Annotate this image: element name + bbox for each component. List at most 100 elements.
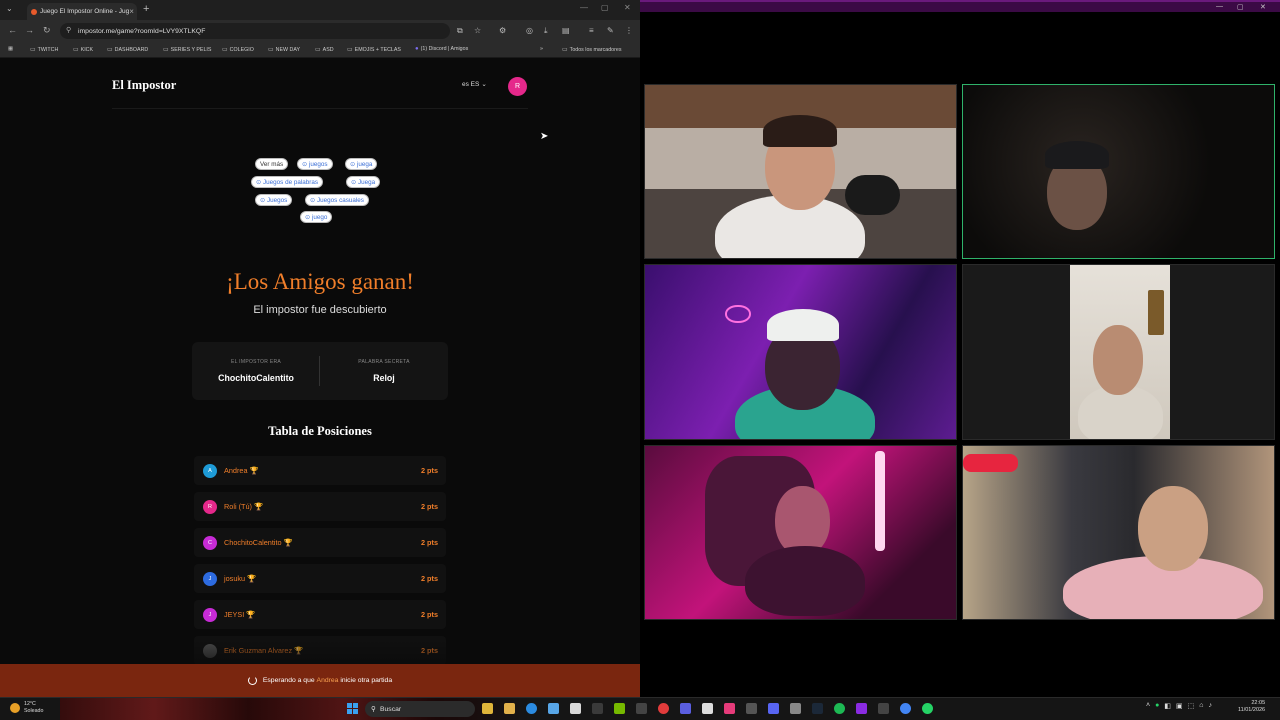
steam-icon[interactable] (812, 703, 823, 714)
close-tab-icon[interactable]: × (129, 7, 134, 16)
app-icon[interactable] (636, 703, 647, 714)
pen-icon[interactable]: ✎ (607, 26, 614, 35)
bookmark-colegio[interactable]: ▭ COLEGIO (222, 46, 254, 53)
menu-icon[interactable]: ⋮ (625, 26, 633, 35)
tag-chip[interactable]: ⊙ juego (300, 211, 333, 223)
video-tile[interactable] (962, 445, 1275, 620)
tray-app-icon[interactable]: ● (1155, 702, 1159, 710)
reload-icon[interactable]: ↻ (43, 25, 51, 36)
network-icon[interactable]: ⌂ (1199, 702, 1203, 710)
bookmarks-bar: ▦ ▭ TWITCH ▭ KICK ▭ DASHBOARD ▭ SERIES Y PEL… (0, 42, 640, 58)
tiktok-icon[interactable] (724, 703, 735, 714)
reading-icon[interactable]: ≡ (589, 26, 594, 35)
clock[interactable]: 22:05 11/01/2026 (1238, 700, 1265, 714)
tag-chip[interactable]: ⊙ Juegos casuales (305, 194, 369, 206)
extension-icon[interactable]: ◎ (526, 26, 533, 35)
loading-spinner-icon (247, 676, 257, 685)
weather-widget[interactable]: 12°C Soleado (10, 701, 43, 715)
download-icon[interactable]: ⤓ (544, 26, 548, 36)
notes-app-icon[interactable] (482, 703, 493, 714)
apps-icon[interactable]: ▦ (8, 46, 13, 52)
video-tile[interactable] (644, 445, 957, 620)
browser-tab[interactable]: Juego El Impostor Online - Jug × (27, 3, 137, 20)
app-icon[interactable] (702, 703, 713, 714)
bookmark-discord[interactable]: ● (1) Discord | Amigos (415, 46, 468, 52)
trophy-icon: 🏆 (253, 502, 264, 511)
app-icon[interactable] (878, 703, 889, 714)
video-tile[interactable] (962, 264, 1275, 440)
bookmark-kick[interactable]: ▭ KICK (73, 46, 93, 53)
trophy-icon: 🏆 (246, 610, 256, 619)
site-info-icon[interactable]: ⚲ (66, 26, 71, 34)
file-explorer-icon[interactable] (504, 703, 515, 714)
bookmark-star-icon[interactable]: ☆ (474, 26, 481, 35)
whatsapp-icon[interactable] (922, 703, 933, 714)
tag-chip[interactable]: ⊙ juegos (297, 158, 333, 170)
trophy-icon: 🏆 (249, 466, 259, 475)
bookmark-dashboard[interactable]: ▭ DASHBOARD (107, 46, 148, 53)
video-tile[interactable] (644, 264, 957, 440)
player-avatar: J (203, 608, 217, 622)
volume-icon[interactable]: ♪ (1208, 702, 1212, 710)
more-bookmarks-icon[interactable]: » (540, 46, 543, 52)
all-bookmarks[interactable]: ▭ Todos los marcadores (562, 46, 622, 53)
microphone-icon (845, 175, 900, 215)
tab-title: Juego El Impostor Online - Jug (40, 8, 130, 15)
maximize-icon[interactable]: ▢ (601, 3, 609, 12)
new-tab-icon[interactable]: + (143, 3, 149, 15)
app-icon[interactable] (856, 703, 867, 714)
store-icon[interactable] (548, 703, 559, 714)
result-title: ¡Los Amigos ganan! (226, 269, 414, 294)
bookmark-series[interactable]: ▭ SERIES Y PELIS (163, 46, 211, 53)
app-icon[interactable] (790, 703, 801, 714)
ver-mas-chip[interactable]: Ver más (255, 158, 289, 170)
app-icon[interactable] (680, 703, 691, 714)
video-tile-speaking[interactable] (962, 84, 1275, 259)
discord-icon[interactable] (768, 703, 779, 714)
tray-app-icon[interactable]: ⬚ (1188, 702, 1195, 710)
user-avatar[interactable]: R (508, 77, 527, 96)
minimize-icon[interactable]: — (1216, 3, 1223, 10)
tab-search-icon[interactable]: ⌄ (6, 4, 13, 13)
video-tile[interactable] (644, 84, 957, 259)
folder-icon: ▭ (315, 47, 321, 53)
install-app-icon[interactable]: ⧉ (457, 26, 463, 36)
tag-chip[interactable]: ⊙ Juegos (255, 194, 293, 206)
app-icon[interactable] (592, 703, 603, 714)
site-logo[interactable]: El Impostor (112, 78, 176, 93)
extensions-icon[interactable]: ⚙ (499, 26, 506, 35)
opera-icon[interactable] (658, 703, 669, 714)
back-icon[interactable]: ← (8, 25, 17, 35)
player-avatar: C (203, 536, 217, 550)
address-bar[interactable]: ⚲ impostor.me/game?roomId=LVY9XTLKQF (60, 23, 450, 39)
tag-chip[interactable]: ⊙ Juegos de palabras (251, 176, 323, 188)
language-selector[interactable]: es ES ⌄ (462, 80, 487, 89)
bookmark-twitch[interactable]: ▭ TWITCH (30, 46, 58, 53)
bookmark-asd[interactable]: ▭ ASD (315, 46, 334, 53)
scroll-fade (194, 633, 446, 664)
nvidia-icon[interactable] (614, 703, 625, 714)
app-icon[interactable] (746, 703, 757, 714)
show-hidden-icon[interactable]: ˄ (1146, 702, 1150, 710)
spotify-icon[interactable] (834, 703, 845, 714)
app-icon[interactable] (570, 703, 581, 714)
tag-chip[interactable]: ⊙ juega (345, 158, 378, 170)
bookmark-emojis[interactable]: ▭ EMOJIS + TECLAS (347, 46, 401, 53)
minimize-icon[interactable]: — (580, 3, 588, 12)
chrome-icon[interactable] (900, 703, 911, 714)
participant-head (1138, 486, 1208, 571)
taskbar-search[interactable]: ⚲ Buscar (365, 701, 475, 717)
extension-2-icon[interactable]: ▤ (562, 26, 570, 35)
folder-icon: ▭ (222, 47, 228, 53)
edge-browser-icon[interactable] (526, 703, 537, 714)
close-window-icon[interactable]: ✕ (1260, 3, 1266, 11)
leaderboard-row: Jjosuku 🏆 2 pts (194, 564, 446, 593)
bookmark-newday[interactable]: ▭ NEW DAY (268, 46, 300, 53)
close-window-icon[interactable]: ✕ (624, 3, 631, 12)
start-button[interactable] (347, 703, 358, 714)
tag-chip[interactable]: ⊙ Juega (346, 176, 381, 188)
forward-icon[interactable]: → (25, 25, 34, 35)
maximize-icon[interactable]: ▢ (1237, 3, 1244, 11)
tray-app-icon[interactable]: ▣ (1176, 702, 1183, 710)
tray-app-icon[interactable]: ◧ (1164, 702, 1171, 710)
